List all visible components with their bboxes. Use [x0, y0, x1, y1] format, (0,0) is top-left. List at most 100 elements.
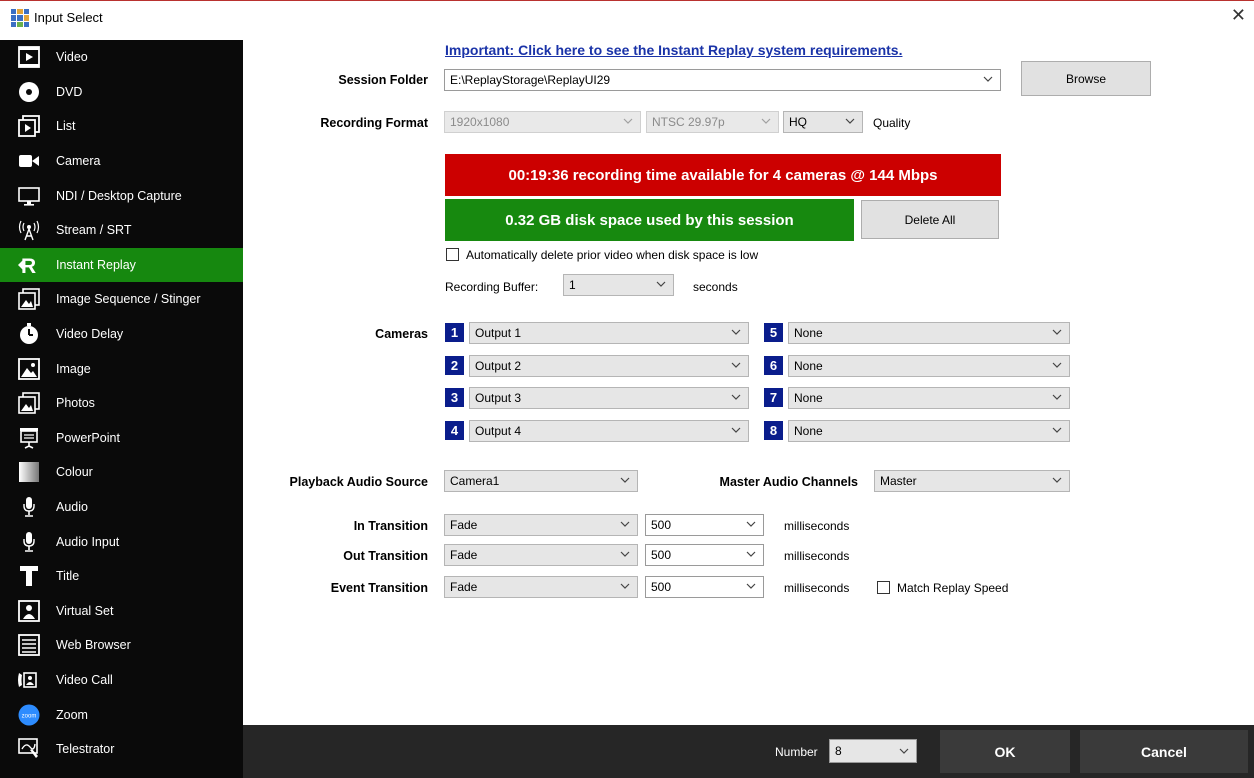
camera-number-badge: 6 — [764, 355, 783, 375]
cancel-button[interactable]: Cancel — [1080, 730, 1248, 773]
sidebar-item-dvd[interactable]: DVD — [0, 75, 243, 110]
zoom-icon: zoom — [18, 704, 40, 726]
resolution-dropdown: 1920x1080 — [444, 111, 641, 133]
chevron-down-icon — [1052, 475, 1062, 487]
sidebar-item-label: DVD — [56, 84, 83, 99]
chevron-down-icon — [731, 392, 741, 404]
sidebar-item-virtual-set[interactable]: Virtual Set — [0, 594, 243, 629]
sidebar-item-stream-srt[interactable]: Stream / SRT — [0, 213, 243, 248]
sidebar-item-audio-input[interactable]: Audio Input — [0, 524, 243, 559]
sidebar-item-video-delay[interactable]: Video Delay — [0, 317, 243, 352]
chevron-down-icon — [1052, 360, 1062, 372]
camera-source-value: None — [794, 326, 823, 340]
chevron-down-icon — [731, 360, 741, 372]
sidebar-item-powerpoint[interactable]: PowerPoint — [0, 421, 243, 456]
requirements-link[interactable]: Important: Click here to see the Instant… — [445, 42, 902, 58]
sidebar: Video DVD List Camera NDI / Desktop Capture S… — [0, 40, 243, 778]
sidebar-item-video-call[interactable]: Video Call — [0, 663, 243, 698]
sidebar-item-instant-replay[interactable]: R Instant Replay — [0, 247, 243, 283]
camera-source-value: Output 2 — [475, 358, 522, 373]
sidebar-item-label: List — [56, 119, 76, 134]
sidebar-item-audio[interactable]: Audio — [0, 490, 243, 525]
sidebar-item-camera[interactable]: Camera — [0, 144, 243, 179]
sidebar-item-web-browser[interactable]: Web Browser — [0, 628, 243, 663]
sidebar-item-colour[interactable]: Colour — [0, 455, 243, 490]
camera-3-dropdown[interactable]: Output 3 — [469, 387, 749, 409]
number-dropdown[interactable]: 8 — [829, 739, 917, 763]
sidebar-item-label: Camera — [56, 154, 101, 169]
in-transition-effect-dropdown[interactable]: Fade — [444, 514, 638, 536]
event-transition-effect-dropdown[interactable]: Fade — [444, 576, 638, 598]
sidebar-item-list[interactable]: List — [0, 109, 243, 144]
camera-source-value: Output 4 — [475, 423, 522, 438]
camera-4-dropdown[interactable]: Output 4 — [469, 419, 749, 442]
chevron-down-icon — [761, 116, 771, 128]
sidebar-item-image[interactable]: Image — [0, 351, 243, 386]
camera-5-dropdown[interactable]: None — [788, 322, 1070, 344]
camera-source-value: None — [794, 391, 823, 405]
match-replay-speed-label: Match Replay Speed — [897, 581, 1009, 595]
sidebar-item-label: Audio Input — [56, 534, 120, 549]
out-transition-duration-dropdown[interactable]: 500 — [645, 544, 764, 566]
window-title: Input Select — [34, 10, 103, 25]
out-transition-label: Out Transition — [343, 549, 428, 563]
ok-button[interactable]: OK — [940, 730, 1070, 773]
playback-audio-dropdown[interactable]: Camera1 — [444, 470, 638, 492]
number-value: 8 — [835, 744, 842, 758]
in-transition-label: In Transition — [353, 519, 428, 533]
sidebar-item-label: Image — [56, 361, 91, 376]
sidebar-item-label: Virtual Set — [56, 603, 114, 618]
recording-buffer-dropdown[interactable]: 1 — [563, 274, 674, 296]
sidebar-item-photos[interactable]: Photos — [0, 386, 243, 421]
event-transition-duration-dropdown[interactable]: 500 — [645, 576, 764, 598]
session-folder-value: E:\ReplayStorage\ReplayUI29 — [450, 73, 611, 87]
match-replay-speed-checkbox[interactable] — [877, 581, 890, 594]
playback-audio-value: Camera1 — [450, 474, 500, 488]
event-transition-duration-value: 500 — [651, 580, 672, 594]
camera-8-dropdown[interactable]: None — [788, 419, 1070, 442]
presentation-icon — [18, 427, 40, 449]
cameras-label: Cameras — [375, 327, 428, 341]
in-transition-duration-dropdown[interactable]: 500 — [645, 514, 764, 536]
close-icon[interactable]: ✕ — [1231, 5, 1246, 26]
microphone-icon — [18, 496, 40, 518]
sidebar-item-label: Photos — [56, 396, 95, 411]
camera-7-dropdown[interactable]: None — [788, 387, 1070, 409]
sidebar-item-label: NDI / Desktop Capture — [56, 188, 182, 203]
sidebar-item-video[interactable]: Video — [0, 40, 243, 75]
auto-delete-checkbox[interactable] — [446, 248, 459, 261]
sidebar-item-ndi-desktop-capture[interactable]: NDI / Desktop Capture — [0, 178, 243, 213]
chevron-down-icon — [1052, 425, 1062, 437]
camera-1-dropdown[interactable]: Output 1 — [469, 322, 749, 344]
quality-dropdown[interactable]: HQ — [783, 111, 863, 133]
camera-6-dropdown[interactable]: None — [788, 354, 1070, 377]
session-folder-dropdown[interactable]: E:\ReplayStorage\ReplayUI29 — [444, 69, 1001, 91]
browse-button[interactable]: Browse — [1021, 61, 1151, 96]
svg-text:R: R — [21, 255, 36, 276]
master-audio-dropdown[interactable]: Master — [874, 470, 1070, 492]
sidebar-item-label: Video Call — [56, 672, 113, 687]
camera-2-dropdown[interactable]: Output 2 — [469, 354, 749, 377]
framerate-dropdown: NTSC 29.97p — [646, 111, 779, 133]
sidebar-item-zoom[interactable]: zoom Zoom — [0, 697, 243, 732]
chevron-down-icon — [620, 475, 630, 487]
delete-all-button[interactable]: Delete All — [861, 200, 999, 239]
sidebar-item-label: Colour — [56, 465, 93, 480]
sidebar-item-image-sequence-stinger[interactable]: Image Sequence / Stinger — [0, 282, 243, 317]
chevron-down-icon — [845, 116, 855, 128]
sidebar-item-title[interactable]: Title — [0, 559, 243, 594]
camera-number-badge: 8 — [764, 420, 783, 440]
input-select-window: Input Select ✕ Video DVD List Camera NDI / D… — [0, 0, 1254, 778]
sidebar-item-label: Stream / SRT — [56, 223, 132, 238]
camera-source-value: Output 1 — [475, 326, 522, 340]
timer-icon — [18, 323, 40, 345]
title-bar: Input Select ✕ — [0, 0, 1254, 40]
sidebar-item-telestrator[interactable]: Telestrator — [0, 732, 243, 767]
in-transition-effect-value: Fade — [450, 518, 478, 532]
out-transition-effect-dropdown[interactable]: Fade — [444, 544, 638, 566]
chevron-down-icon — [656, 279, 666, 291]
app-icon — [11, 9, 29, 27]
chevron-down-icon — [746, 549, 756, 561]
out-transition-duration-value: 500 — [651, 548, 672, 562]
chevron-down-icon — [620, 549, 630, 561]
